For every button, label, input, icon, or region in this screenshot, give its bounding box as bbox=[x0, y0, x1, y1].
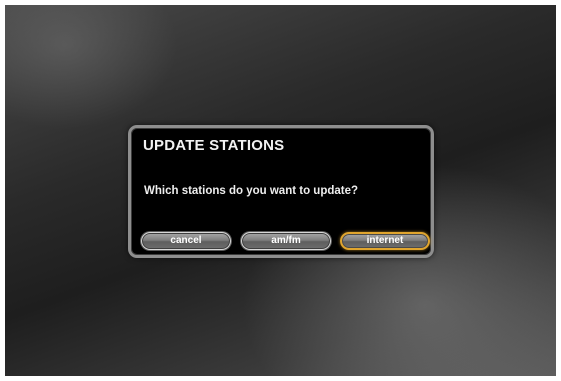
internet-button[interactable]: internet bbox=[340, 232, 430, 250]
am-fm-button[interactable]: am/fm bbox=[241, 232, 331, 250]
tv-screen: UPDATE STATIONS Which stations do you wa… bbox=[5, 5, 556, 376]
cancel-button[interactable]: cancel bbox=[141, 232, 231, 250]
dialog-button-row: cancel am/fm internet bbox=[139, 232, 430, 250]
dialog-title: UPDATE STATIONS bbox=[143, 137, 285, 154]
update-stations-dialog: UPDATE STATIONS Which stations do you wa… bbox=[128, 125, 434, 258]
dialog-message: Which stations do you want to update? bbox=[144, 185, 359, 197]
